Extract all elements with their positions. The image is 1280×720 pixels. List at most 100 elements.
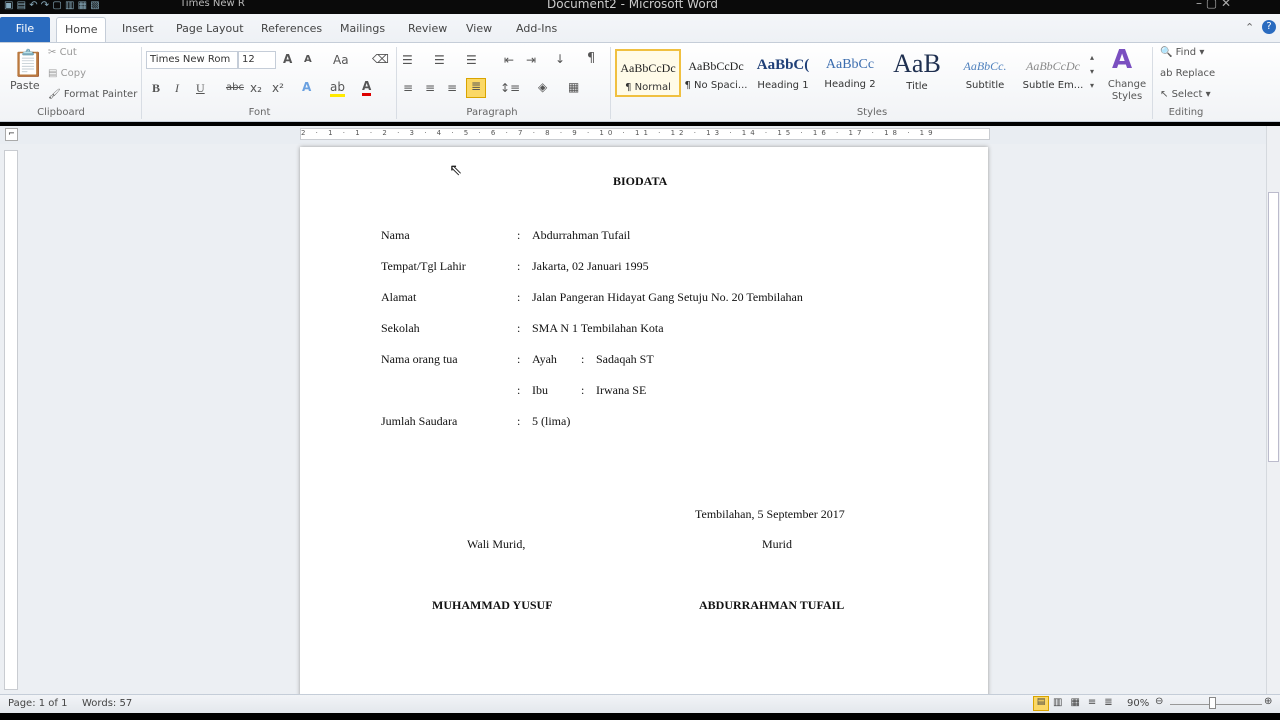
tab-home[interactable]: Home xyxy=(56,17,107,42)
field-colon: : xyxy=(517,259,521,273)
shading-icon[interactable]: ◈ xyxy=(538,80,547,94)
quick-access-toolbar[interactable]: ▣ ▤ ↶ ↷ ▢ ▥ ▦ ▧ xyxy=(4,0,100,11)
field-value: Ibu xyxy=(532,383,548,397)
tab-selector-icon[interactable]: ⌐ xyxy=(5,128,18,141)
show-formatting-button[interactable]: ¶ xyxy=(587,51,595,66)
select-label: Select xyxy=(1171,89,1203,100)
decrease-indent-icon[interactable]: ⇤ xyxy=(504,53,514,67)
field-value: Ayah xyxy=(532,352,557,366)
horizontal-ruler[interactable]: 2 · 1 · 1 · 2 · 3 · 4 · 5 · 6 · 7 · 8 · … xyxy=(300,128,990,140)
style-subtle-emphasis[interactable]: AaBbCcDc Subtle Em... xyxy=(1020,49,1086,97)
sub-value: Irwana SE xyxy=(596,383,647,397)
zoom-out-icon[interactable]: ⊖ xyxy=(1155,696,1163,707)
find-button[interactable]: 🔍 Find ▾ xyxy=(1160,47,1204,58)
change-styles-button[interactable]: Change Styles xyxy=(1107,79,1147,103)
view-buttons[interactable]: ▥▦≡≣ xyxy=(1053,697,1121,708)
replace-button[interactable]: ab Replace xyxy=(1160,68,1215,79)
field-value: 5 (lima) xyxy=(532,414,571,428)
align-right-icon[interactable]: ≡ xyxy=(447,81,457,95)
select-button[interactable]: ↖ Select ▾ xyxy=(1160,89,1211,100)
borders-icon[interactable]: ▦ xyxy=(568,80,579,94)
multilevel-list-icon[interactable]: ☰ xyxy=(466,53,477,67)
sub-colon: : xyxy=(581,352,585,366)
shrink-font-button[interactable]: A xyxy=(304,54,312,65)
text-effects-icon[interactable]: A xyxy=(302,80,311,94)
tab-references[interactable]: References xyxy=(253,17,330,42)
italic-button[interactable]: I xyxy=(175,81,179,96)
zoom-level[interactable]: 90% xyxy=(1127,698,1149,709)
underline-button[interactable]: U xyxy=(196,81,205,96)
field-colon: : xyxy=(517,228,521,242)
scroll-thumb[interactable] xyxy=(1268,192,1279,462)
field-label: Tempat/Tgl Lahir xyxy=(381,259,466,273)
tab-page-layout[interactable]: Page Layout xyxy=(168,17,252,42)
paste-icon: 📋 xyxy=(12,49,45,79)
grow-font-button[interactable]: A xyxy=(283,52,292,66)
format-painter-button[interactable]: 🖌 Format Painter xyxy=(48,89,137,100)
copy-label: Copy xyxy=(60,68,87,79)
paste-button[interactable]: Paste xyxy=(10,79,40,92)
zoom-slider[interactable] xyxy=(1170,704,1262,705)
field-value: Abdurrahman Tufail xyxy=(532,228,631,242)
tab-add-ins[interactable]: Add-Ins xyxy=(508,17,565,42)
doc-title: BIODATA xyxy=(613,174,668,188)
bullets-icon[interactable]: ☰ xyxy=(402,53,413,67)
cut-button[interactable]: ✂ Cut xyxy=(48,47,77,58)
field-colon: : xyxy=(517,383,521,397)
superscript-button[interactable]: x² xyxy=(272,81,284,95)
style-no-spacing[interactable]: AaBbCcDc ¶ No Spaci... xyxy=(683,49,749,97)
change-case-button[interactable]: Aa xyxy=(333,53,349,67)
sort-icon[interactable]: ↓ xyxy=(555,52,565,66)
subscript-button[interactable]: x₂ xyxy=(250,81,262,95)
document-page[interactable]: BIODATA Nama: Abdurrahman Tufail Tempat/Tg… xyxy=(300,147,988,707)
line-spacing-icon[interactable]: ↕≡ xyxy=(500,81,520,95)
minimize-ribbon-icon[interactable]: ⌃ xyxy=(1245,21,1254,34)
styles-scroll-icon[interactable]: ▴ ▾ ▾ xyxy=(1090,51,1102,93)
tab-review[interactable]: Review xyxy=(400,17,455,42)
style-subtitle[interactable]: AaBbCc. Subtitle xyxy=(952,49,1018,97)
clear-formatting-icon[interactable]: ⌫ xyxy=(372,52,389,66)
zoom-in-icon[interactable]: ⊕ xyxy=(1264,696,1272,707)
strikethrough-button[interactable]: abc xyxy=(226,82,244,93)
align-left-icon[interactable]: ≡ xyxy=(403,81,413,95)
help-icon[interactable]: ? xyxy=(1262,20,1276,34)
style-preview: AaBbCcDc xyxy=(688,59,744,73)
numbering-icon[interactable]: ☰ xyxy=(434,53,445,67)
vertical-ruler[interactable] xyxy=(4,150,18,690)
style-heading-1[interactable]: AaBbC(Heading 1 xyxy=(750,49,816,97)
status-bar: Page: 1 of 1 Words: 57 ▤ ▥▦≡≣ 90% ⊖ ⊕ xyxy=(0,694,1280,713)
highlight-color-icon[interactable]: ab xyxy=(330,80,345,97)
style-heading-2[interactable]: AaBbCc Heading 2 xyxy=(817,49,883,97)
style-normal[interactable]: AaBbCcDc ¶ Normal xyxy=(615,49,681,97)
font-size-select[interactable]: 12 xyxy=(238,51,276,69)
field-label: Nama orang tua xyxy=(381,352,458,366)
style-label: Title xyxy=(906,81,928,92)
print-layout-icon[interactable]: ▤ xyxy=(1033,696,1049,711)
word-count[interactable]: Words: 57 xyxy=(82,698,132,709)
window-controls[interactable]: – ▢ ✕ xyxy=(1196,0,1231,10)
tab-mailings[interactable]: Mailings xyxy=(332,17,393,42)
vertical-scrollbar[interactable] xyxy=(1266,126,1280,694)
field-value: SMA N 1 Tembilahan Kota xyxy=(532,321,664,335)
align-center-icon[interactable]: ≡ xyxy=(425,81,435,95)
style-title[interactable]: AaB Title xyxy=(884,49,950,97)
field-value: Jalan Pangeran Hidayat Gang Setuju No. 2… xyxy=(532,290,803,304)
right-signatory: ABDURRAHMAN TUFAIL xyxy=(699,598,845,612)
font-name-select[interactable]: Times New Rom xyxy=(146,51,238,69)
page-count[interactable]: Page: 1 of 1 xyxy=(8,698,67,709)
tab-file[interactable]: File xyxy=(0,17,50,42)
font-color-icon[interactable]: A xyxy=(362,79,372,96)
field-colon: : xyxy=(517,290,521,304)
field-label: Alamat xyxy=(381,290,417,304)
justify-icon[interactable]: ≣ xyxy=(466,78,486,98)
increase-indent-icon[interactable]: ⇥ xyxy=(526,53,536,67)
field-label: Sekolah xyxy=(381,321,420,335)
copy-button[interactable]: ▤ Copy xyxy=(48,68,86,79)
zoom-slider-thumb[interactable] xyxy=(1208,697,1216,709)
bold-button[interactable]: B xyxy=(152,81,160,96)
group-clipboard: Clipboard xyxy=(37,107,85,118)
style-preview: AaBbC( xyxy=(756,57,810,73)
tab-insert[interactable]: Insert xyxy=(114,17,162,42)
tab-view[interactable]: View xyxy=(458,17,500,42)
qat-font-box[interactable]: Times New R xyxy=(180,0,245,9)
